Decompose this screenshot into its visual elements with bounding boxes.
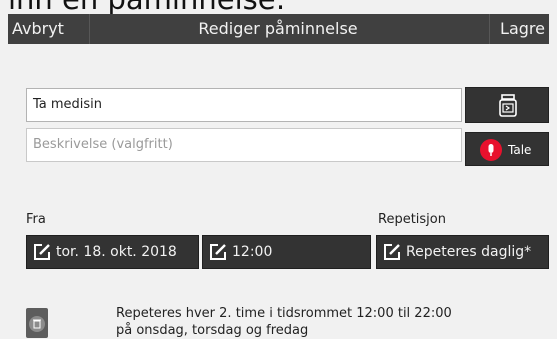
speech-button-label: Tale [508, 143, 532, 157]
description-input[interactable]: Beskrivelse (valgfritt) [26, 128, 462, 162]
summary-line-1: Repeteres hver 2. time i tidsrommet 12:0… [116, 306, 452, 321]
microphone-icon [480, 139, 502, 161]
save-button[interactable]: Lagre [489, 14, 549, 44]
edit-icon [384, 244, 400, 260]
top-bar: Avbryt Rediger påminnelse Lagre [8, 14, 549, 44]
page-title: Rediger påminnelse [198, 19, 358, 38]
cut-off-caption: ınn en påminnelse: [8, 0, 285, 14]
medicine-jar-icon [499, 94, 517, 117]
edit-icon [34, 244, 50, 260]
edit-icon [210, 244, 226, 260]
repeat-summary: Repeteres hver 2. time i tidsrommet 12:0… [116, 305, 452, 339]
summary-line-2: på onsdag, torsdag og fredag [116, 323, 309, 338]
image-picker-button[interactable] [465, 87, 549, 123]
speech-button[interactable]: Tale [465, 132, 549, 166]
delete-button[interactable] [26, 308, 48, 338]
time-value: 12:00 [232, 244, 273, 260]
reminder-title-input[interactable]: Ta medisin [26, 88, 462, 122]
repeat-picker-button[interactable]: Repeteres daglig* [376, 235, 549, 269]
from-label: Fra [26, 212, 46, 227]
repeat-value: Repeteres daglig* [406, 244, 532, 260]
date-picker-button[interactable]: tor. 18. okt. 2018 [26, 235, 199, 269]
repeat-label: Repetisjon [378, 212, 446, 227]
time-picker-button[interactable]: 12:00 [202, 235, 371, 269]
trash-icon [33, 319, 41, 329]
date-value: tor. 18. okt. 2018 [56, 244, 177, 260]
cancel-button[interactable]: Avbryt [8, 14, 90, 44]
